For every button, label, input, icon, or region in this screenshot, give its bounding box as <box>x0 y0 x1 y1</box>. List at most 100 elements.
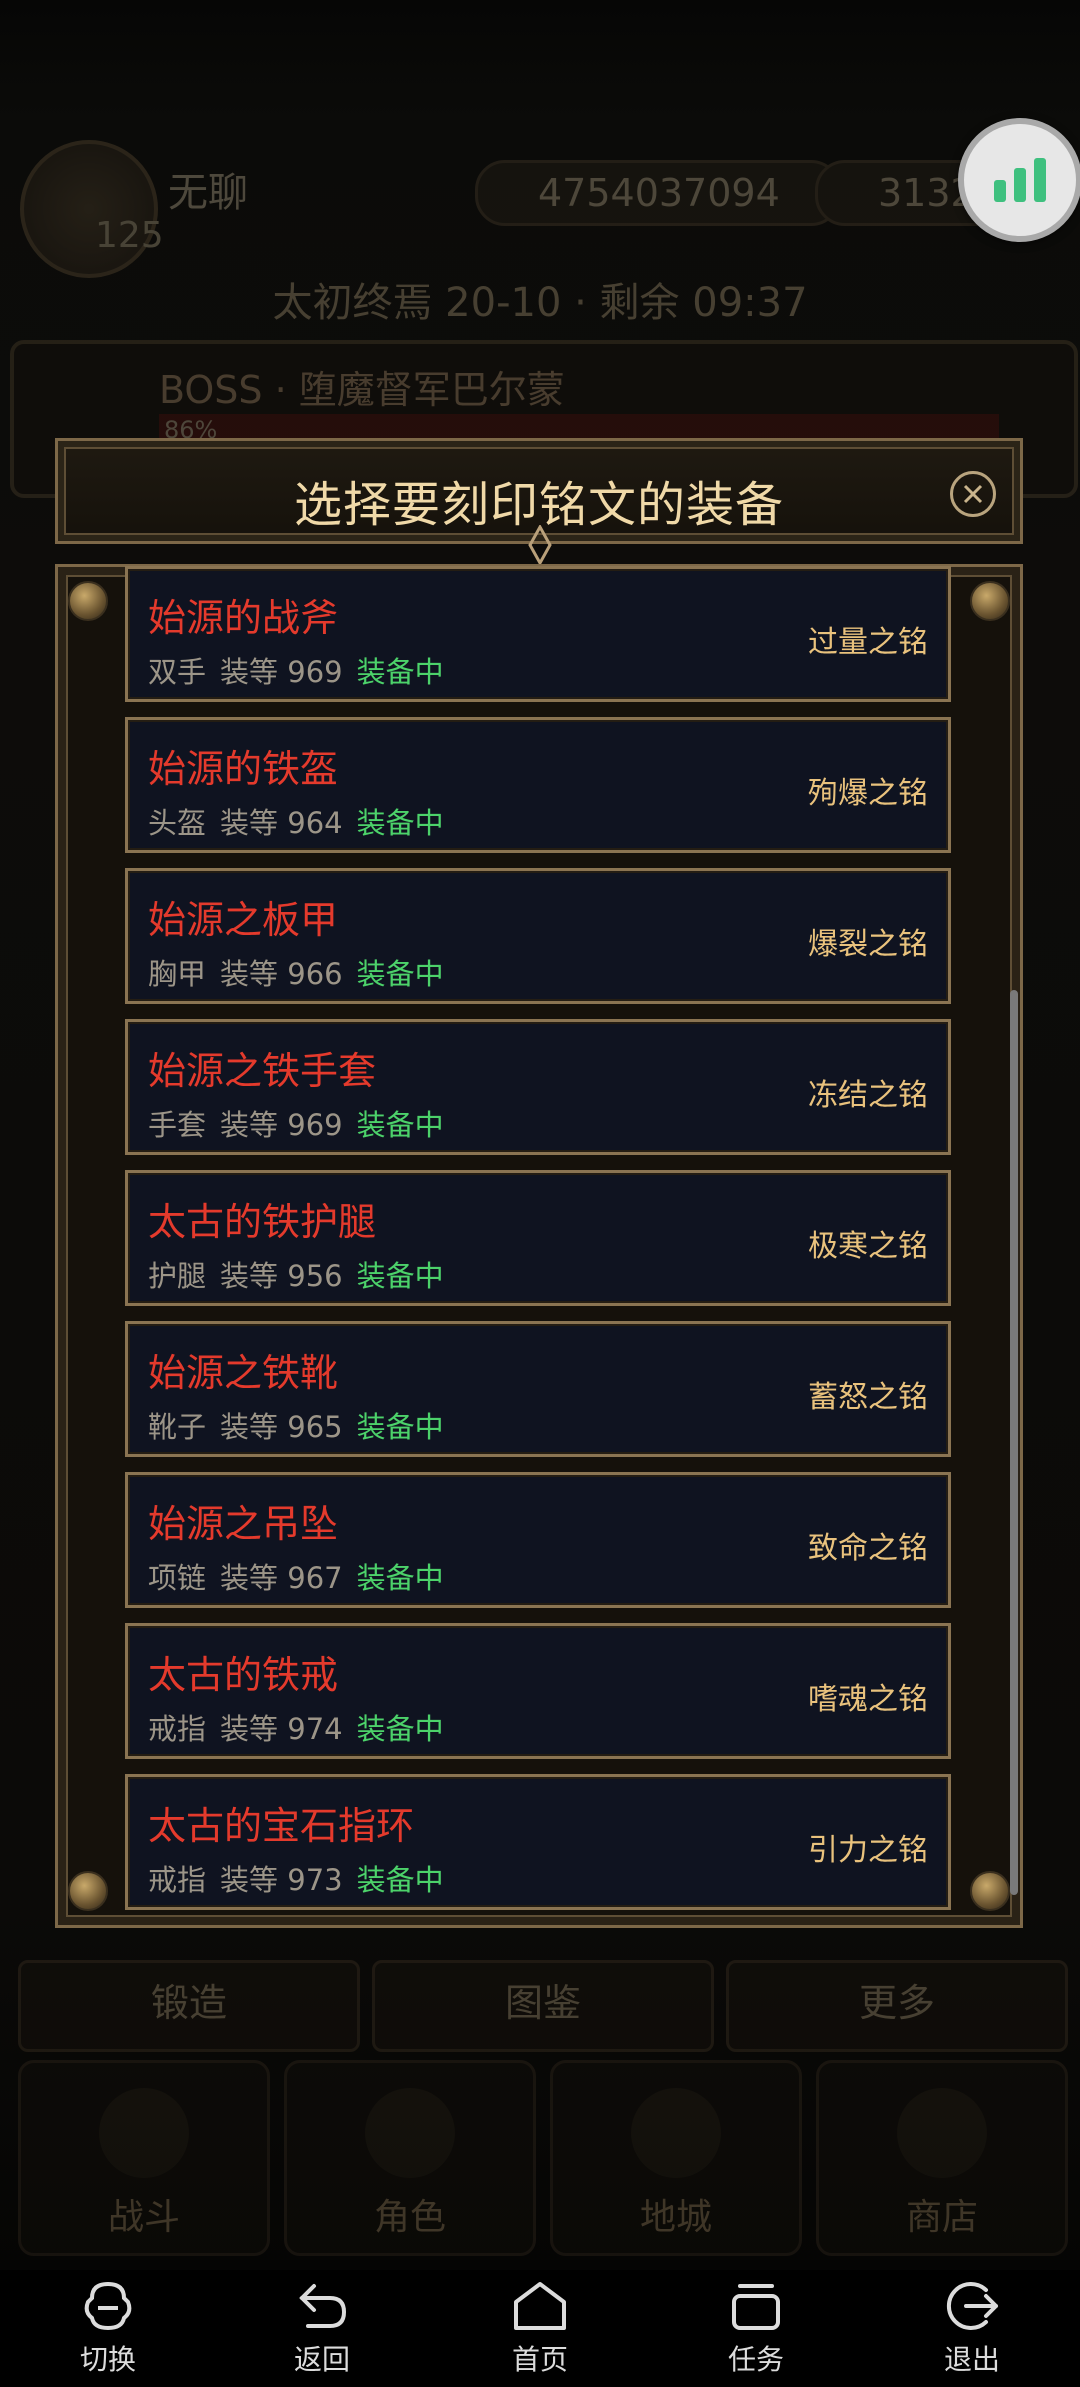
item-level: 969 <box>287 655 343 689</box>
item-meta: 项链 装等 967 装备中 <box>148 1555 444 1597</box>
tab-dungeon-label: 地城 <box>639 2197 712 2238</box>
rune-name: 爆裂之铭 <box>808 927 928 962</box>
gold-counter: 4754037094 <box>475 160 841 226</box>
more-button[interactable]: 更多 <box>726 1960 1068 2052</box>
equipped-status: 装备中 <box>356 1712 444 1746</box>
item-name: 太古的铁护腿 <box>148 1200 377 1244</box>
tab-shop-label: 商店 <box>905 2197 978 2238</box>
item-meta: 胸甲 装等 966 装备中 <box>148 951 444 993</box>
rivet-icon <box>68 1871 108 1911</box>
item-level-label: 装等 <box>220 957 279 991</box>
home-label: 首页 <box>511 2343 568 2376</box>
codex-button[interactable]: 图鉴 <box>372 1960 714 2052</box>
item-name: 太古的宝石指环 <box>148 1804 415 1848</box>
exit-icon <box>946 2282 998 2330</box>
home-button[interactable]: 首页 <box>480 2270 600 2387</box>
item-meta: 双手 装等 969 装备中 <box>148 649 444 691</box>
rivet-icon <box>970 1871 1010 1911</box>
player-level: 125 <box>95 215 164 256</box>
boss-name: BOSS · 堕魔督军巴尔蒙 <box>159 368 565 412</box>
rune-name: 嗜魂之铭 <box>808 1682 928 1717</box>
gate-icon <box>631 2088 721 2178</box>
back-icon <box>299 2284 347 2328</box>
close-icon <box>963 484 983 504</box>
tasks-button[interactable]: 任务 <box>696 2270 816 2387</box>
tab-battle[interactable]: 战斗 <box>18 2060 270 2256</box>
item-level: 964 <box>287 806 343 840</box>
equipped-status: 装备中 <box>356 957 444 991</box>
item-name: 始源之铁靴 <box>148 1351 339 1395</box>
tab-shop[interactable]: 商店 <box>816 2060 1068 2256</box>
item-slot: 胸甲 <box>148 957 207 991</box>
stage-info: 太初终焉 20-10 · 剩余 09:37 <box>272 280 808 326</box>
rivet-icon <box>970 581 1010 621</box>
switch-label: 切换 <box>79 2343 136 2376</box>
tab-battle-label: 战斗 <box>107 2197 180 2238</box>
equipment-row[interactable]: 始源的铁盔 头盔 装等 964 装备中 殉爆之铭 <box>125 717 951 853</box>
item-level-label: 装等 <box>220 1561 279 1595</box>
swords-icon <box>99 2088 189 2178</box>
tab-dungeon[interactable]: 地城 <box>550 2060 802 2256</box>
rune-name: 冻结之铭 <box>808 1078 928 1113</box>
tools-row: 锻造 图鉴 更多 <box>0 1960 1080 2052</box>
exit-button[interactable]: 退出 <box>912 2270 1032 2387</box>
item-slot: 手套 <box>148 1108 207 1142</box>
item-name: 始源的战斧 <box>148 596 339 640</box>
gold-amount: 4754037094 <box>538 171 780 215</box>
item-level: 973 <box>287 1863 343 1897</box>
rune-name: 引力之铭 <box>808 1833 928 1868</box>
list-scrollbar[interactable] <box>1010 990 1018 1895</box>
rune-name: 殉爆之铭 <box>808 776 928 811</box>
back-button[interactable]: 返回 <box>262 2270 382 2387</box>
equipment-row[interactable]: 太古的铁戒 戒指 装等 974 装备中 嗜魂之铭 <box>125 1623 951 1759</box>
equipment-row[interactable]: 始源之铁手套 手套 装等 969 装备中 冻结之铭 <box>125 1019 951 1155</box>
tasks-label: 任务 <box>727 2343 784 2376</box>
floating-stats-button[interactable] <box>958 118 1080 242</box>
item-slot: 头盔 <box>148 806 207 840</box>
rune-name: 过量之铭 <box>808 625 928 660</box>
bag-icon <box>897 2088 987 2178</box>
item-level-label: 装等 <box>220 1259 279 1293</box>
item-meta: 护腿 装等 956 装备中 <box>148 1253 444 1295</box>
forge-button[interactable]: 锻造 <box>18 1960 360 2052</box>
game-nav: 战斗 角色 地城 商店 <box>0 2060 1080 2256</box>
close-button[interactable] <box>950 471 996 517</box>
equipment-row[interactable]: 始源之吊坠 项链 装等 967 装备中 致命之铭 <box>125 1472 951 1608</box>
item-name: 始源之铁手套 <box>148 1049 377 1093</box>
equipment-row[interactable]: 太古的宝石指环 戒指 装等 973 装备中 引力之铭 <box>125 1774 951 1910</box>
item-slot: 项链 <box>148 1561 207 1595</box>
item-level: 965 <box>287 1410 343 1444</box>
item-level-label: 装等 <box>220 1410 279 1444</box>
tab-character[interactable]: 角色 <box>284 2060 536 2256</box>
bar-chart-icon <box>994 158 1046 202</box>
item-meta: 戒指 装等 974 装备中 <box>148 1706 444 1748</box>
back-label: 返回 <box>293 2343 350 2376</box>
item-level: 974 <box>287 1712 343 1746</box>
equipment-row[interactable]: 始源之铁靴 靴子 装等 965 装备中 蓄怒之铭 <box>125 1321 951 1457</box>
system-nav-bar: 切换 返回 首页 任务 退出 <box>0 2270 1080 2387</box>
equipment-row[interactable]: 始源之板甲 胸甲 装等 966 装备中 爆裂之铭 <box>125 868 951 1004</box>
home-icon <box>514 2282 566 2330</box>
equipment-row[interactable]: 始源的战斧 双手 装等 969 装备中 过量之铭 <box>125 566 951 702</box>
item-level: 969 <box>287 1108 343 1142</box>
equipped-status: 装备中 <box>356 1561 444 1595</box>
item-name: 始源的铁盔 <box>148 747 339 791</box>
item-level: 956 <box>287 1259 343 1293</box>
equipment-row[interactable]: 太古的铁护腿 护腿 装等 956 装备中 极寒之铭 <box>125 1170 951 1306</box>
rune-name: 致命之铭 <box>808 1531 928 1566</box>
switch-icon <box>84 2281 132 2331</box>
equipped-status: 装备中 <box>356 1863 444 1897</box>
player-name: 无聊 <box>168 170 248 216</box>
equipment-list[interactable]: 始源的战斧 双手 装等 969 装备中 过量之铭 始源的铁盔 头盔 装等 964 装备中… <box>125 566 951 1916</box>
item-slot: 护腿 <box>148 1259 207 1293</box>
item-level: 967 <box>287 1561 343 1595</box>
tab-character-label: 角色 <box>373 2197 446 2238</box>
equipped-status: 装备中 <box>356 1108 444 1142</box>
item-meta: 靴子 装等 965 装备中 <box>148 1404 444 1446</box>
item-name: 始源之板甲 <box>148 898 339 942</box>
item-slot: 靴子 <box>148 1410 207 1444</box>
equipped-status: 装备中 <box>356 1259 444 1293</box>
player-avatar <box>20 140 158 278</box>
item-slot: 戒指 <box>148 1712 207 1746</box>
switch-button[interactable]: 切换 <box>48 2270 168 2387</box>
